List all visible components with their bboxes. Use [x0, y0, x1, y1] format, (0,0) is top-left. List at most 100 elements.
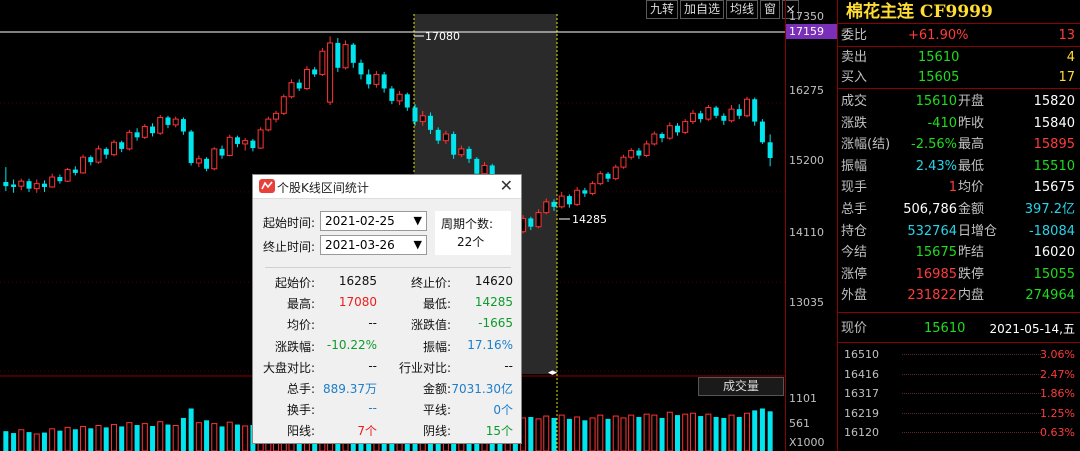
volume-bar — [721, 417, 727, 451]
candle-body — [335, 42, 341, 68]
volume-bar — [88, 428, 94, 451]
candle-body — [103, 148, 109, 155]
axis-label: 561 — [789, 417, 810, 430]
resize-handle-icon[interactable]: ◂▸ — [548, 368, 558, 378]
end-time-value: 2021-03-26 — [325, 238, 395, 252]
quote-panel: 棉花主连 CF9999 委比 +61.90% 13 卖出 15610 4 买入 … — [837, 0, 1080, 451]
candle-body — [682, 121, 689, 133]
volume-bar — [689, 412, 696, 451]
candle-body — [350, 44, 356, 63]
candle-body — [389, 88, 395, 101]
ladder-gridline — [902, 354, 1041, 355]
quote-row: 持仓 532764 日增仓 -18084 — [838, 222, 1080, 242]
volume-bar — [172, 424, 179, 451]
close-icon[interactable]: ✕ — [500, 176, 513, 195]
stat-value-2: 17.16% — [467, 337, 513, 352]
candle-body — [72, 169, 78, 173]
price-axis: 17350 17159 16275 15200 14110 13035 1101… — [785, 0, 838, 451]
candle-body — [381, 74, 387, 89]
quote-label-2: 内盘 — [958, 288, 985, 304]
volume-bar — [157, 421, 164, 451]
quote-value-1: 15610 — [915, 94, 957, 109]
quote-value-1: 506,786 — [903, 202, 957, 217]
stat-value-1: -- — [368, 358, 377, 373]
window-button[interactable]: 窗 — [760, 0, 781, 19]
quote-value-2: 15840 — [1033, 115, 1075, 131]
volume-bar — [543, 415, 550, 451]
candle-body — [250, 140, 256, 149]
row-label: 委比 — [841, 28, 868, 43]
stat-value-1: 16285 — [338, 274, 377, 288]
candle-body — [458, 148, 465, 156]
instrument-title: 棉花主连 CF9999 — [838, 0, 1080, 24]
quote-value-1: 2.43% — [915, 158, 957, 174]
period-count-box: 周期个数: 22个 — [435, 211, 511, 255]
candle-body — [759, 121, 765, 143]
volume-bar — [64, 426, 71, 451]
quote-label-1: 振幅 — [841, 158, 868, 174]
row-volume: 13 — [1058, 28, 1075, 43]
axis-label: X1000 — [789, 436, 825, 449]
volume-indicator-selector[interactable]: 成交量 — [698, 377, 784, 396]
candle-body — [412, 107, 418, 122]
candle-body — [195, 158, 202, 164]
volume-bar — [682, 413, 689, 451]
candle-body — [3, 182, 9, 187]
dialog-title: 个股K线区间统计 — [277, 181, 369, 195]
candle-body — [141, 126, 148, 138]
quote-row: 成交 15610 开盘 15820 — [838, 92, 1080, 112]
stat-value-2: -1665 — [478, 316, 513, 331]
quote-row: 今结 15675 昨结 16020 — [838, 243, 1080, 263]
volume-bar — [41, 432, 47, 451]
candle-body — [11, 184, 17, 187]
quote-label-2: 最高 — [958, 137, 985, 153]
volume-bar — [620, 417, 627, 451]
quote-label-2: 开盘 — [958, 94, 985, 109]
axis-label: 13035 — [789, 296, 824, 309]
candle-body — [288, 82, 295, 98]
volume-bar — [110, 424, 117, 451]
ladder-pct: 1.25% — [1040, 406, 1075, 420]
candle-body — [280, 96, 287, 114]
bid-row: 买入 15605 17 — [838, 68, 1080, 88]
candle-body — [226, 136, 233, 157]
add-watchlist-button[interactable]: 加自选 — [680, 0, 725, 19]
volume-bar — [180, 417, 186, 451]
quote-label-2: 均价 — [958, 180, 985, 196]
moving-average-button[interactable]: 均线 — [726, 0, 759, 19]
divider — [265, 267, 511, 268]
candle-body — [620, 156, 627, 168]
dialog-header: 个股K线区间统计 ✕ — [253, 175, 521, 199]
candle-body — [342, 44, 349, 69]
now-date: 2021-05-14,五 — [989, 322, 1075, 336]
stat-value-1: -- — [368, 316, 377, 331]
candle-body — [404, 94, 410, 108]
candle-body — [442, 133, 449, 142]
candle-body — [41, 183, 47, 187]
candle-body — [566, 196, 572, 205]
row-value: 15610 — [918, 50, 960, 65]
volume-bar — [528, 416, 534, 451]
volume-bar — [119, 426, 125, 451]
volume-bar — [188, 408, 194, 451]
stat-value-1: 17080 — [338, 295, 377, 310]
period-label: 周期个数: — [441, 217, 494, 231]
start-time-select[interactable]: 2021-02-25 ▼ — [320, 211, 427, 231]
candle-body — [597, 173, 604, 185]
divider — [838, 312, 1080, 313]
quote-row: 涨停 16985 跌停 15055 — [838, 265, 1080, 285]
candle-body — [643, 143, 650, 157]
end-time-select[interactable]: 2021-03-26 ▼ — [320, 235, 427, 255]
divider — [838, 342, 1080, 343]
candle-body — [57, 177, 63, 182]
stat-label-1: 起始价: — [274, 276, 315, 290]
quote-value-1: 15675 — [915, 245, 957, 261]
candle-body — [327, 42, 334, 103]
candle-body — [767, 142, 773, 158]
row-volume: 17 — [1058, 70, 1075, 85]
candle-body — [88, 157, 94, 163]
app-logo-icon — [259, 179, 275, 193]
nine-turn-button[interactable]: 九转 — [646, 0, 679, 19]
now-label: 现价 — [841, 321, 868, 336]
volume-bar — [713, 416, 719, 451]
